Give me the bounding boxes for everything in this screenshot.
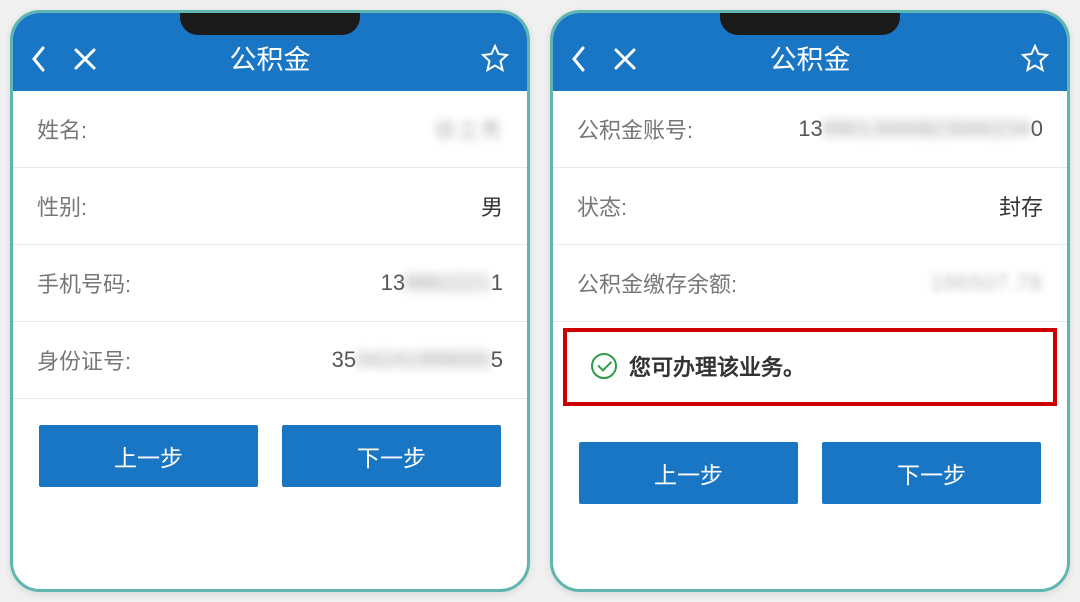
phone-label: 手机号码:: [37, 267, 131, 299]
row-gender: 性别: 男: [13, 168, 527, 245]
close-icon[interactable]: [613, 47, 637, 76]
form-content: 姓名: 徐立秀 性别: 男 手机号码: 1388622211 身份证号: 350…: [13, 91, 527, 399]
phone-value: 1388622211: [381, 270, 503, 296]
account-mid: 89013000823000234: [823, 116, 1031, 142]
phone-screen-right: 公积金 公积金账号: 13890130008230002340 状态: 封存 公…: [550, 10, 1070, 592]
id-prefix: 35: [332, 347, 356, 373]
gender-value: 男: [481, 190, 503, 222]
status-label: 状态:: [577, 190, 627, 222]
close-icon[interactable]: [73, 47, 97, 76]
page-title: 公积金: [230, 38, 311, 77]
highlight-annotation: 您可办理该业务。: [563, 328, 1057, 406]
button-row: 上一步 下一步: [553, 416, 1067, 530]
balance-label: 公积金缴存余额:: [577, 267, 737, 299]
back-icon[interactable]: [571, 46, 585, 77]
account-suffix: 0: [1031, 116, 1043, 142]
id-mid: 04241999000: [356, 347, 491, 373]
prev-button[interactable]: 上一步: [579, 442, 798, 504]
notice-text: 您可办理该业务。: [629, 350, 805, 382]
prev-button[interactable]: 上一步: [39, 425, 258, 487]
id-value: 35042419990005: [332, 347, 503, 373]
name-value: 徐立秀: [434, 113, 503, 145]
page-title: 公积金: [770, 38, 851, 77]
app-header: 公积金: [13, 13, 527, 91]
phone-suffix: 1: [491, 270, 503, 296]
phone-mid: 8862221: [405, 270, 491, 296]
back-icon[interactable]: [31, 46, 45, 77]
check-circle-icon: [591, 353, 617, 379]
id-suffix: 5: [491, 347, 503, 373]
row-balance: 公积金缴存余额: 186507.78: [553, 245, 1067, 322]
status-value: 封存: [999, 190, 1043, 222]
button-row: 上一步 下一步: [13, 399, 527, 513]
gender-label: 性别:: [37, 190, 87, 222]
app-header: 公积金: [553, 13, 1067, 91]
form-content: 公积金账号: 13890130008230002340 状态: 封存 公积金缴存…: [553, 91, 1067, 406]
row-id: 身份证号: 35042419990005: [13, 322, 527, 399]
phone-prefix: 13: [381, 270, 405, 296]
next-button[interactable]: 下一步: [822, 442, 1041, 504]
id-label: 身份证号:: [37, 344, 131, 376]
account-prefix: 13: [798, 116, 822, 142]
star-icon[interactable]: [1021, 59, 1049, 76]
notice-row: 您可办理该业务。: [567, 332, 1053, 402]
row-name: 姓名: 徐立秀: [13, 91, 527, 168]
row-status: 状态: 封存: [553, 168, 1067, 245]
next-button[interactable]: 下一步: [282, 425, 501, 487]
account-value: 13890130008230002340: [798, 116, 1043, 142]
name-label: 姓名:: [37, 113, 87, 145]
phone-screen-left: 公积金 姓名: 徐立秀 性别: 男 手机号码: 1388622211 身份证号:…: [10, 10, 530, 592]
account-label: 公积金账号:: [577, 113, 693, 145]
balance-value: 186507.78: [930, 270, 1043, 296]
row-phone: 手机号码: 1388622211: [13, 245, 527, 322]
row-account: 公积金账号: 13890130008230002340: [553, 91, 1067, 168]
star-icon[interactable]: [481, 59, 509, 76]
